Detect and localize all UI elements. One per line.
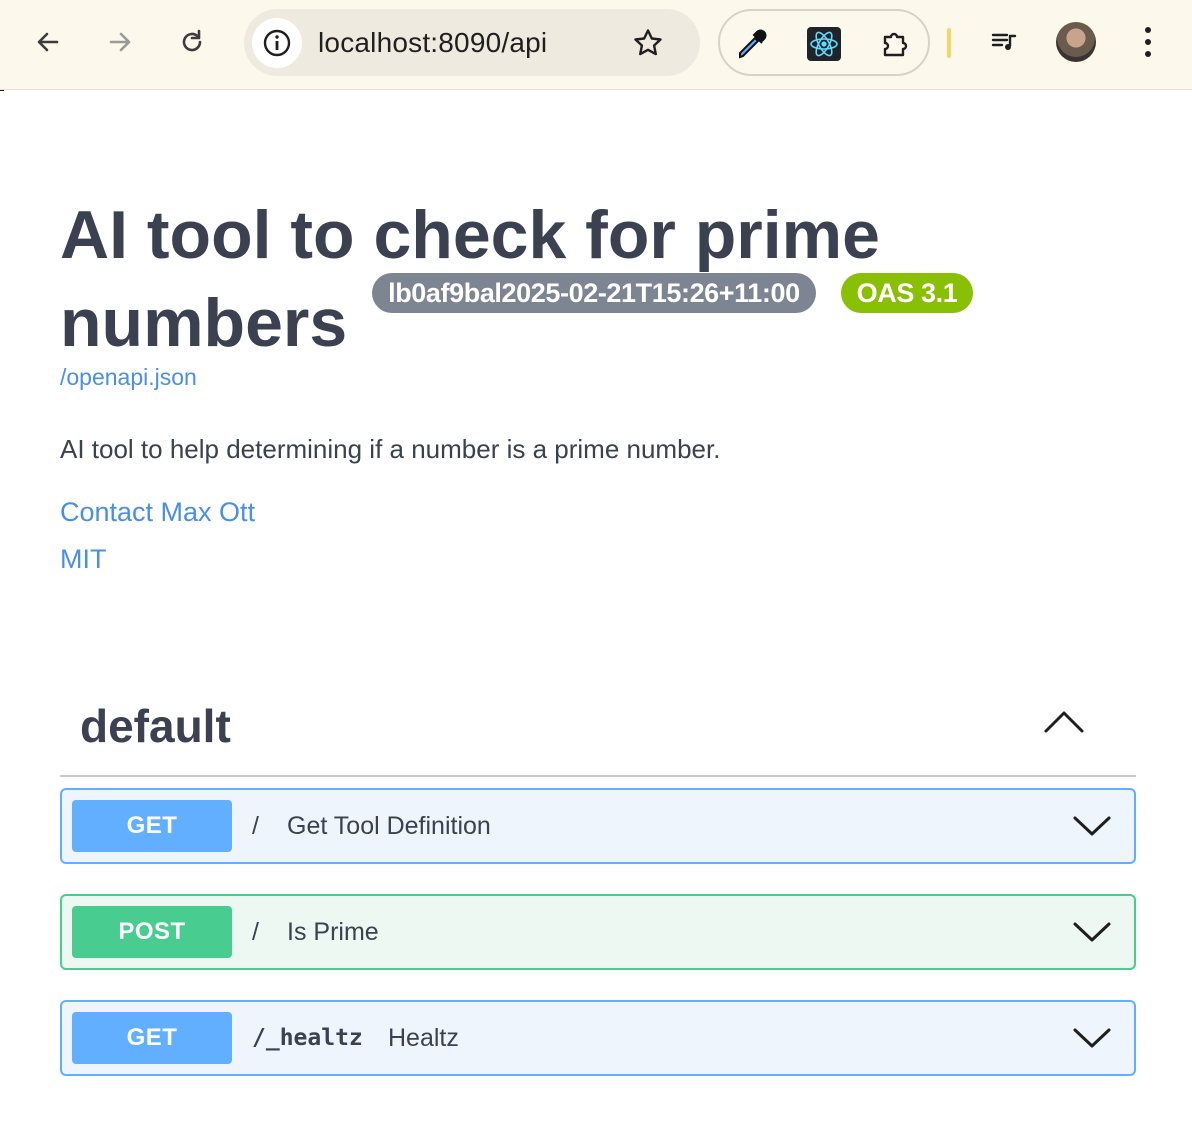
operation-path: / bbox=[252, 918, 259, 946]
tag-section-header[interactable]: default bbox=[60, 689, 1136, 777]
method-badge: GET bbox=[72, 1012, 232, 1064]
url-text[interactable]: localhost:8090/api bbox=[318, 27, 547, 59]
operation-post-is-prime[interactable]: POST / Is Prime bbox=[60, 894, 1136, 970]
version-badge: lb0af9bal2025-02-21T15:26+11:00 bbox=[372, 273, 816, 313]
api-description: AI tool to help determining if a number … bbox=[60, 434, 721, 464]
operation-summary: Is Prime bbox=[287, 918, 379, 946]
chevron-down-icon[interactable] bbox=[1072, 812, 1112, 840]
openapi-json-link[interactable]: /openapi.json bbox=[60, 364, 197, 391]
operation-get-healtz[interactable]: GET /_healtz Healtz bbox=[60, 1000, 1136, 1076]
toolbar-divider bbox=[947, 28, 951, 58]
operation-summary: Healtz bbox=[388, 1024, 459, 1052]
arrow-right-icon bbox=[109, 32, 131, 52]
kebab-menu-icon[interactable] bbox=[1132, 22, 1164, 62]
api-title: AI tool to check for prime numbers lb0af… bbox=[60, 191, 1060, 367]
license-link[interactable]: MIT bbox=[60, 544, 107, 575]
address-bar[interactable]: localhost:8090/api bbox=[244, 9, 700, 76]
method-badge: GET bbox=[72, 800, 232, 852]
chevron-down-icon[interactable] bbox=[1072, 918, 1112, 946]
forward-button[interactable] bbox=[100, 22, 140, 62]
back-button[interactable] bbox=[28, 22, 68, 62]
puzzle-icon[interactable] bbox=[878, 26, 914, 62]
oas-badge: OAS 3.1 bbox=[840, 273, 974, 313]
playlist-music-icon bbox=[991, 33, 1017, 50]
star-icon[interactable] bbox=[632, 27, 664, 59]
method-badge: POST bbox=[72, 906, 232, 958]
chevron-up-icon[interactable] bbox=[1042, 707, 1086, 737]
react-icon[interactable] bbox=[806, 26, 842, 62]
operation-path: / bbox=[252, 812, 259, 840]
extensions-group bbox=[718, 9, 930, 76]
info-icon bbox=[263, 29, 291, 57]
swagger-page: AI tool to check for prime numbers lb0af… bbox=[0, 91, 1192, 1122]
operation-path: /_healtz bbox=[252, 1025, 363, 1051]
chevron-down-icon[interactable] bbox=[1072, 1024, 1112, 1052]
reload-icon bbox=[182, 29, 202, 52]
arrow-left-icon bbox=[37, 32, 59, 52]
tag-name: default bbox=[80, 700, 231, 752]
site-info-button[interactable] bbox=[252, 18, 302, 68]
reload-button[interactable] bbox=[172, 22, 212, 62]
media-control-button[interactable] bbox=[984, 22, 1024, 62]
eyedropper-icon[interactable] bbox=[735, 26, 771, 62]
operation-get-tool-definition[interactable]: GET / Get Tool Definition bbox=[60, 788, 1136, 864]
avatar[interactable] bbox=[1056, 22, 1096, 62]
contact-link[interactable]: Contact Max Ott bbox=[60, 497, 255, 528]
operation-summary: Get Tool Definition bbox=[287, 812, 491, 840]
browser-toolbar: localhost:8090/api bbox=[0, 0, 1192, 90]
